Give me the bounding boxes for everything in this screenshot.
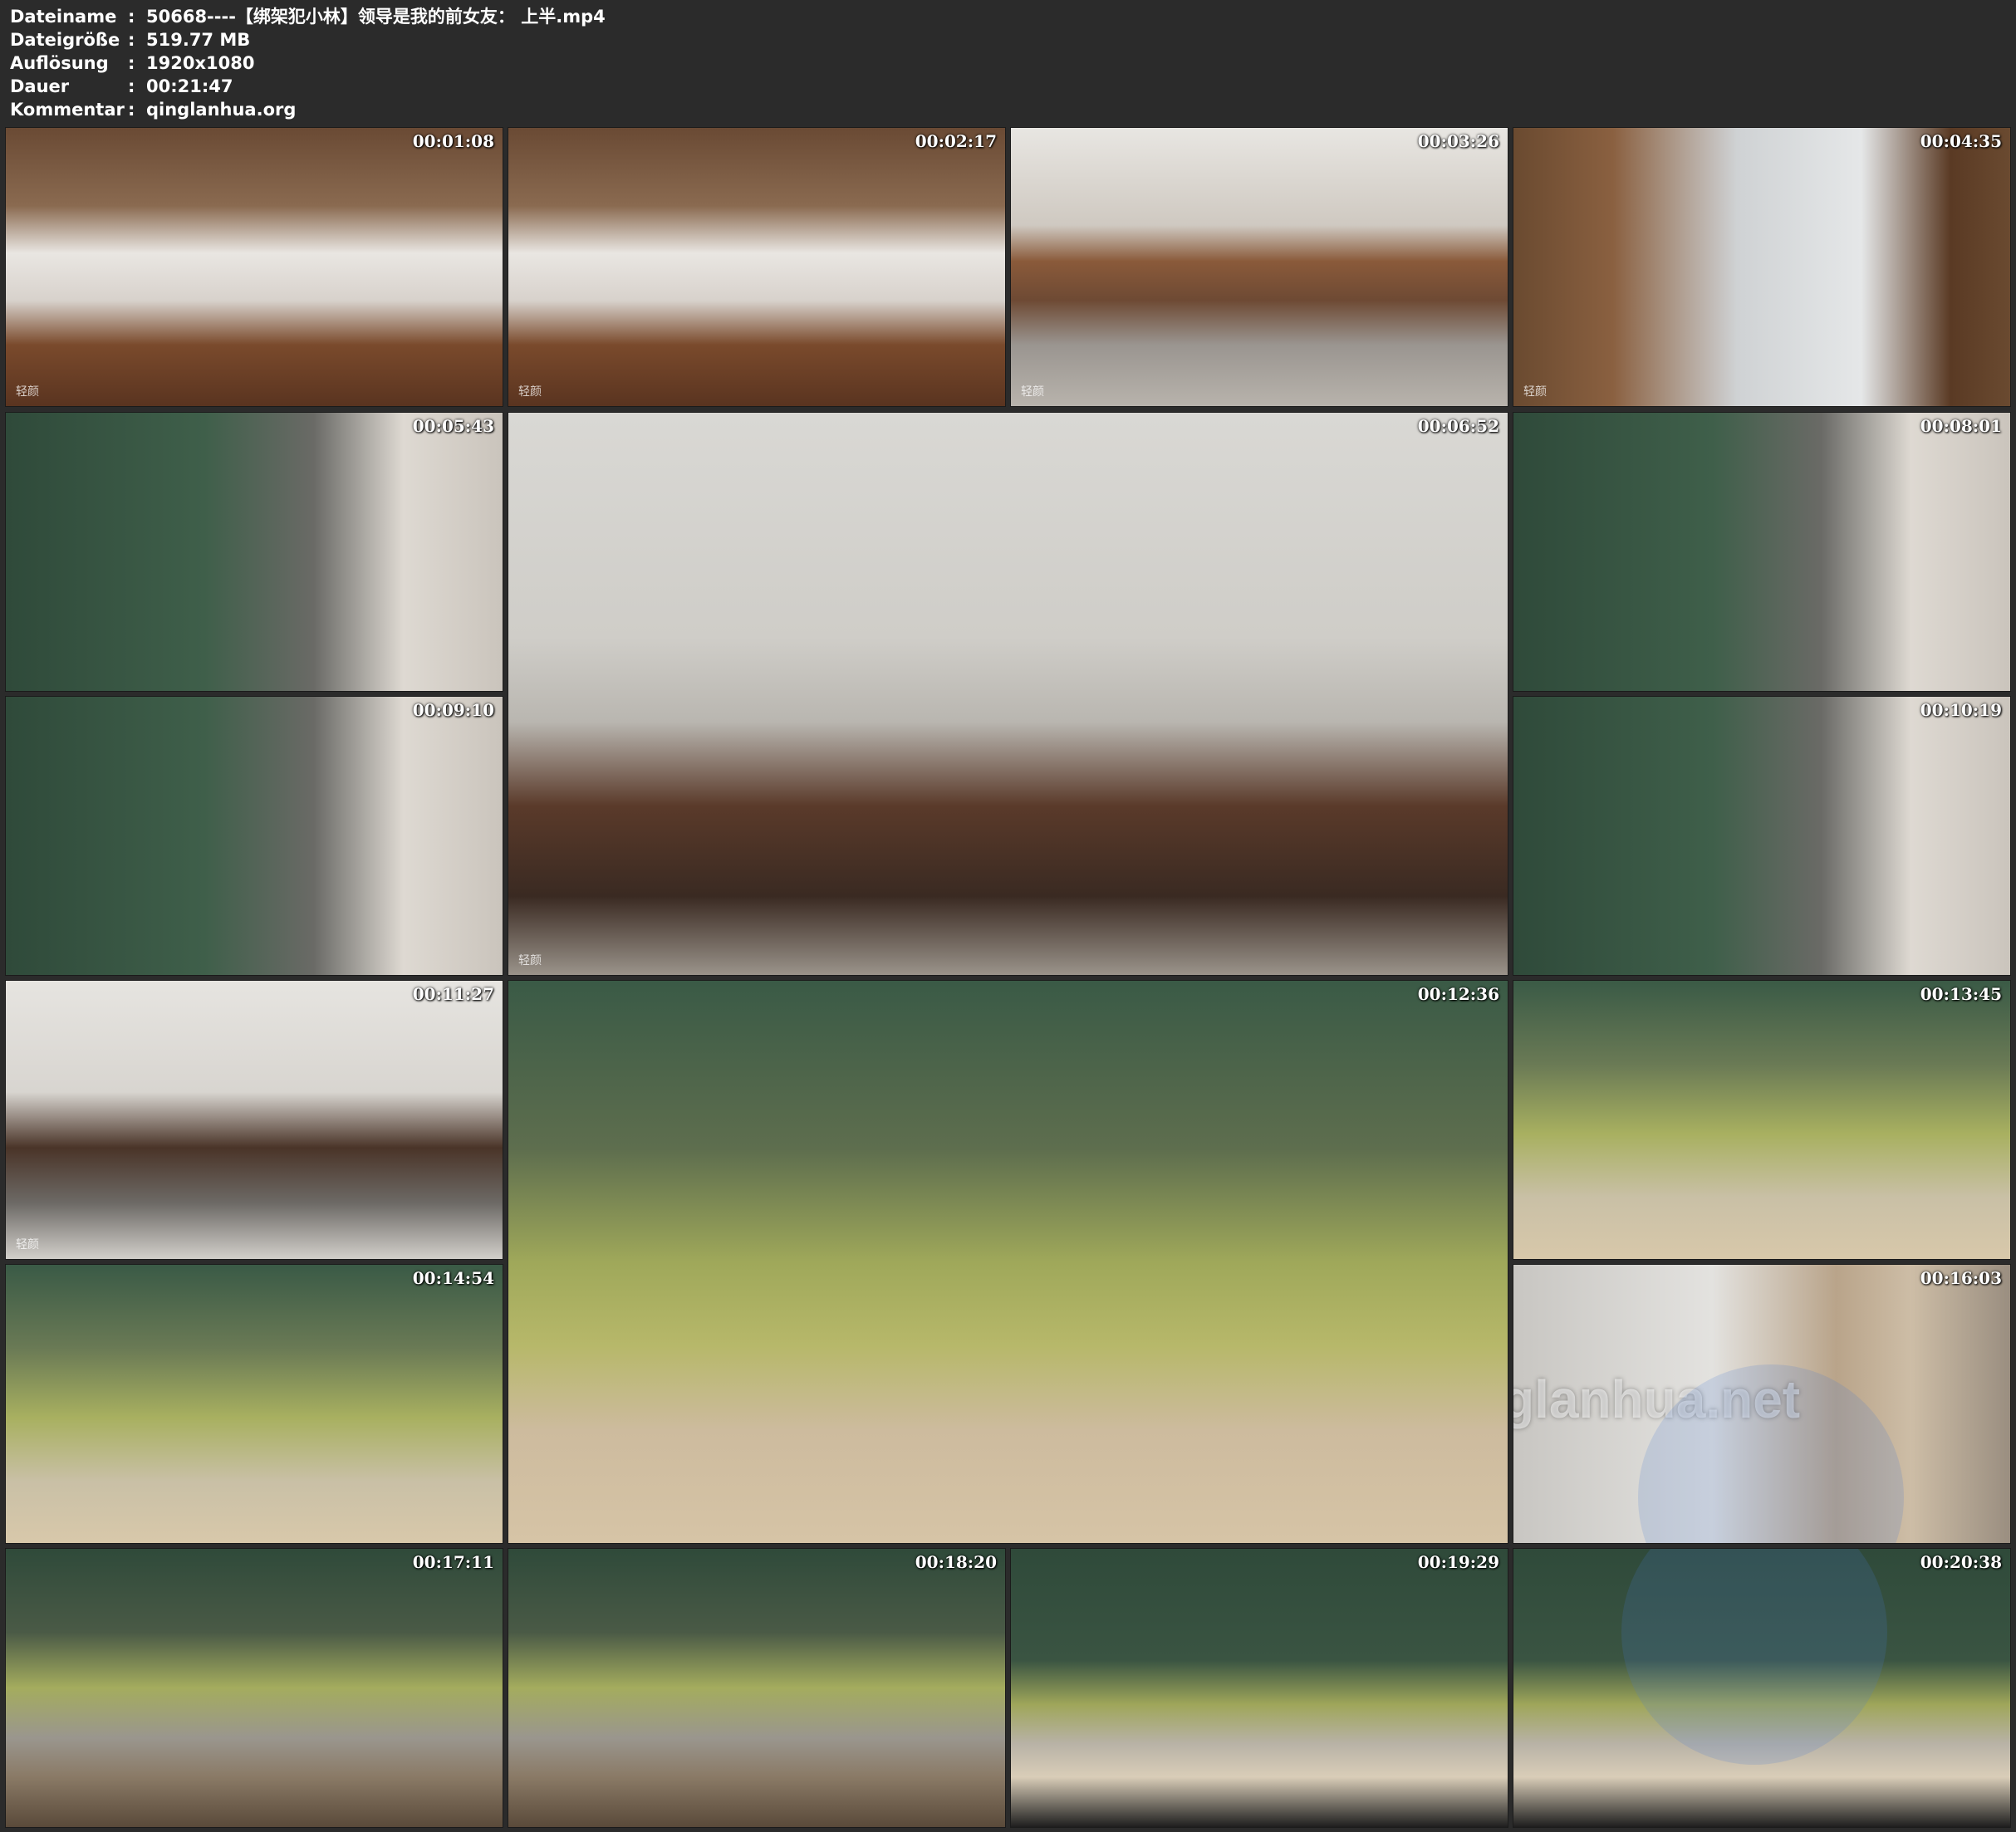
thumbnail-image: [6, 981, 503, 1259]
thumbnail-image: [1011, 128, 1508, 406]
thumbnail-timestamp: 00:08:01: [1920, 416, 2002, 436]
video-thumbnail: 00:05:43: [5, 412, 503, 692]
thumbnail-timestamp: 00:17:11: [412, 1552, 494, 1572]
thumbnail-timestamp: 00:14:54: [412, 1268, 494, 1288]
video-thumbnail: 00:14:54: [5, 1264, 503, 1544]
thumbnail-timestamp: 00:18:20: [915, 1552, 997, 1572]
thumbnail-timestamp: 00:13:45: [1920, 984, 2002, 1004]
thumbnail-timestamp: 00:05:43: [412, 416, 494, 436]
thumbnail-timestamp: 00:06:52: [1417, 416, 1499, 436]
video-thumbnail: 00:17:11: [5, 1548, 503, 1828]
video-thumbnail: 00:19:29: [1010, 1548, 1508, 1828]
thumbnail-timestamp: 00:04:35: [1920, 131, 2002, 151]
video-thumbnail: 00:20:38: [1513, 1548, 2011, 1828]
corner-watermark: 轻颜: [16, 385, 39, 399]
video-thumbnail: 00:18:20: [508, 1548, 1006, 1828]
thumbnail-image: [1513, 981, 2010, 1259]
thumbnail-image: [1513, 128, 2010, 406]
thumbnail-image: [1011, 1549, 1508, 1827]
thumbnail-timestamp: 00:03:26: [1417, 131, 1499, 151]
thumbnail-timestamp: 00:01:08: [412, 131, 494, 151]
thumbnail-image: [1513, 413, 2010, 691]
thumbnail-image: [508, 413, 1508, 975]
corner-watermark: 轻颜: [16, 1238, 39, 1252]
video-thumbnail: 00:12:36: [508, 980, 1508, 1544]
video-thumbnail: 00:09:10: [5, 696, 503, 976]
video-thumbnail: 00:11:27 轻颜: [5, 980, 503, 1260]
video-thumbnail: 00:01:08 轻颜: [5, 127, 503, 407]
thumbnail-grid: 00:01:08 轻颜 00:02:17 轻颜 00:03:26 轻颜 00:04:35 轻颜…: [0, 0, 2016, 1832]
thumbnail-timestamp: 00:12:36: [1417, 984, 1499, 1004]
thumbnail-image: [508, 128, 1005, 406]
video-thumbnail: 00:13:45: [1513, 980, 2011, 1260]
corner-watermark: 轻颜: [1021, 385, 1044, 399]
corner-watermark: 轻颜: [1523, 385, 1547, 399]
thumbnail-image: [1513, 697, 2010, 975]
thumbnail-timestamp: 00:02:17: [915, 131, 997, 151]
thumbnail-image: [508, 981, 1508, 1543]
corner-watermark: 轻颜: [518, 385, 542, 399]
thumbnail-timestamp: 00:20:38: [1920, 1552, 2002, 1572]
video-thumbnail: 00:06:52 轻颜: [508, 412, 1508, 976]
thumbnail-timestamp: 00:16:03: [1920, 1268, 2002, 1288]
thumbnail-timestamp: 00:09:10: [412, 700, 494, 720]
corner-watermark: 轻颜: [518, 954, 542, 967]
video-thumbnail: 00:02:17 轻颜: [508, 127, 1006, 407]
thumbnail-image: [6, 1265, 503, 1543]
video-thumbnail: 00:08:01: [1513, 412, 2011, 692]
video-thumbnail: 00:03:26 轻颜: [1010, 127, 1508, 407]
thumbnail-timestamp: 00:11:27: [412, 984, 494, 1004]
thumbnail-image: [6, 128, 503, 406]
video-thumbnail: 00:16:03qinglanhua.net: [1513, 1264, 2011, 1544]
thumbnail-image: [6, 413, 503, 691]
thumbnail-timestamp: 00:19:29: [1417, 1552, 1499, 1572]
thumbnail-image: [508, 1549, 1005, 1827]
thumbnail-image: [6, 1549, 503, 1827]
thumbnail-timestamp: 00:10:19: [1920, 700, 2002, 720]
video-thumbnail: 00:04:35 轻颜: [1513, 127, 2011, 407]
thumbnail-image: [6, 697, 503, 975]
video-thumbnail: 00:10:19: [1513, 696, 2011, 976]
